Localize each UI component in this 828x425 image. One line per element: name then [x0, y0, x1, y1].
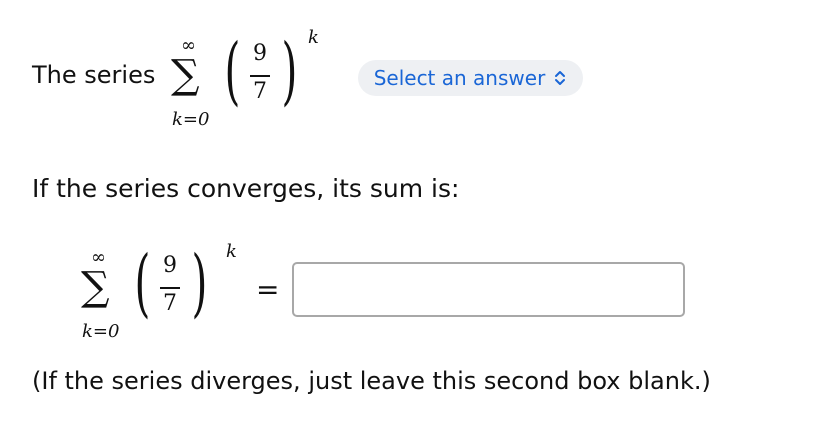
- lower-limit: k=0: [82, 321, 120, 342]
- fraction-bar: [160, 287, 180, 289]
- sum-answer-input[interactable]: [292, 262, 685, 317]
- exponent: k: [308, 27, 319, 48]
- convergence-select[interactable]: Select an answer: [358, 60, 583, 96]
- summation-symbol: ∑: [171, 52, 200, 98]
- right-paren: ): [281, 28, 298, 114]
- lower-limit: k=0: [172, 109, 210, 130]
- left-paren: (: [224, 28, 241, 114]
- exponent: k: [226, 241, 237, 262]
- fraction-numerator: 9: [163, 253, 177, 278]
- fraction-bar: [250, 75, 270, 77]
- diverges-note: (If the series diverges, just leave this…: [32, 367, 711, 395]
- convergence-select-label: Select an answer: [373, 66, 546, 90]
- series-expression-2: ∞ ∑ k=0 ( 9 7 ) k: [0, 230, 260, 350]
- equals-sign: =: [256, 273, 280, 306]
- fraction-denominator: 7: [253, 79, 267, 104]
- left-paren: (: [134, 240, 151, 326]
- question-text: If the series converges, its sum is:: [32, 174, 460, 203]
- right-paren: ): [191, 240, 208, 326]
- fraction-denominator: 7: [163, 291, 177, 316]
- series-expression-1: ∞ ∑ k=0 ( 9 7 ) k: [0, 0, 360, 150]
- fraction-numerator: 9: [253, 41, 267, 66]
- chevron-up-down-icon: [555, 71, 566, 85]
- summation-symbol: ∑: [81, 264, 110, 310]
